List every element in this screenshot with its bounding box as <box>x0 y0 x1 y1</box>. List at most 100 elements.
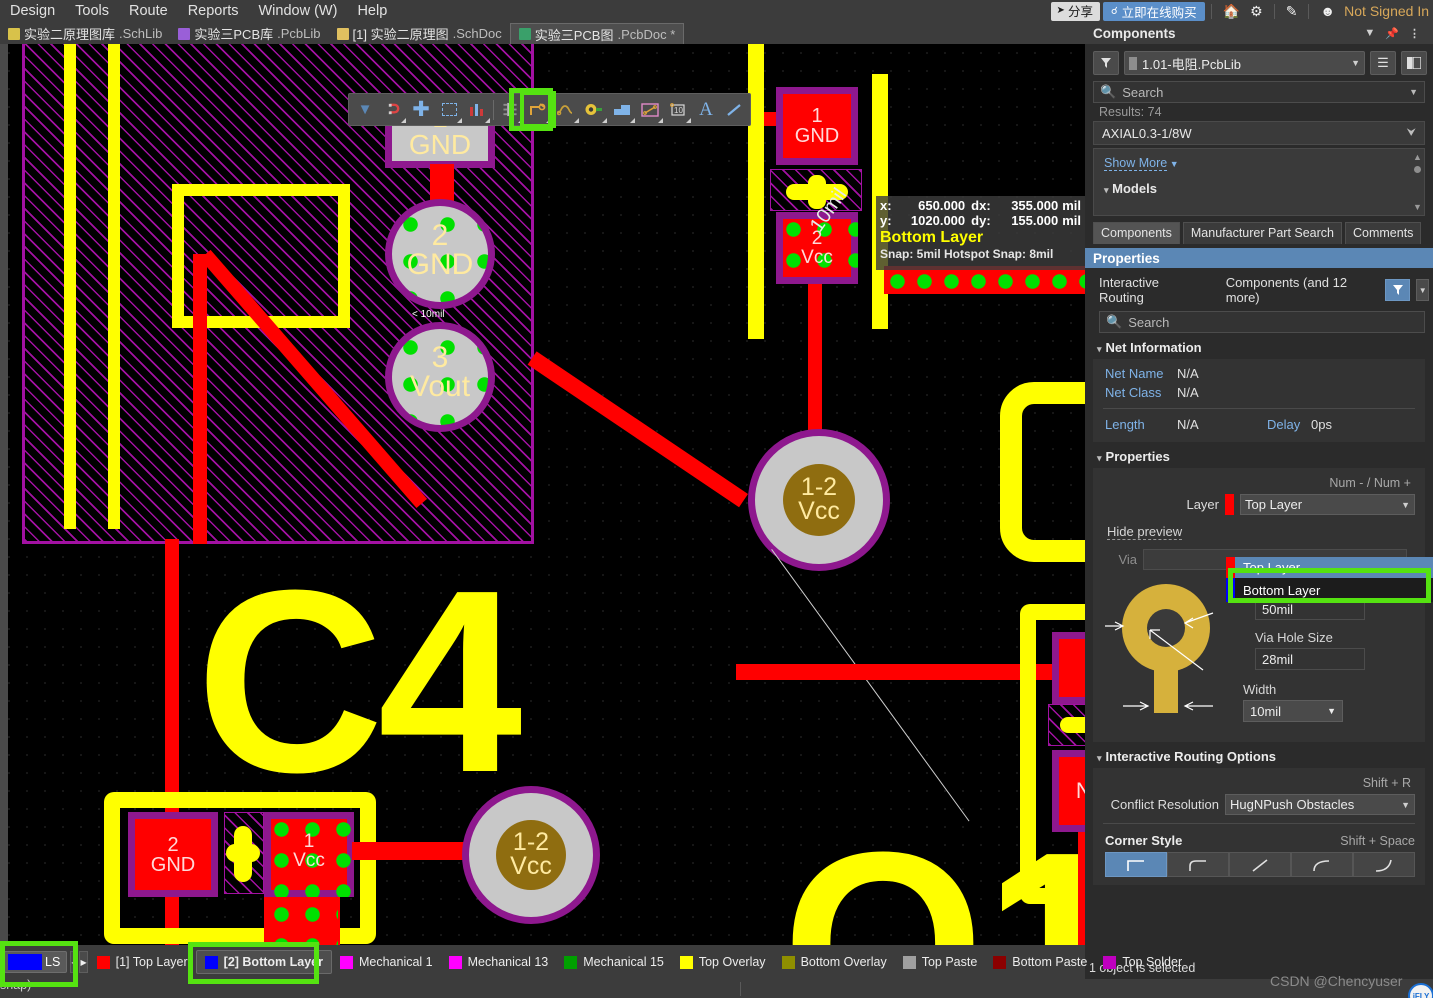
components-search[interactable]: 🔍 Search ▼ <box>1093 81 1425 103</box>
doc-tab-pcblib[interactable]: 实验三PCB库 .PcbLib <box>170 23 328 44</box>
corner-45-icon[interactable] <box>1229 852 1291 877</box>
width-dropdown[interactable]: 10mil ▼ <box>1243 700 1343 722</box>
account-icon[interactable]: ☻ <box>1315 3 1340 19</box>
chevron-left-icon[interactable]: ◀ <box>70 951 79 973</box>
interactive-routing-icon[interactable] <box>519 91 556 128</box>
menu-item-reports[interactable]: Reports <box>178 0 249 22</box>
pad-2-gnd-red-lower[interactable]: 2 GND <box>128 812 218 897</box>
layer-tab-bottom-overlay[interactable]: Bottom Overlay <box>774 950 895 974</box>
via-vcc-upper[interactable]: 1-2 Vcc <box>748 429 890 571</box>
chevron-down-icon[interactable]: ▼ <box>1401 500 1410 510</box>
share-button[interactable]: ➤ 分享 <box>1050 1 1100 21</box>
chevron-double-down-icon[interactable]: ⮟ <box>1407 127 1416 140</box>
layer-option-top-layer[interactable]: Top Layer <box>1226 557 1433 578</box>
track-red-vertical-left[interactable] <box>193 254 207 544</box>
tab-comments[interactable]: Comments <box>1345 222 1422 244</box>
dimension-icon[interactable] <box>636 95 664 124</box>
component-list-item[interactable]: AXIAL0.3-1/8W ⮟ <box>1093 121 1425 145</box>
doc-tab-schlib[interactable]: 实验二原理图库 .SchLib <box>0 23 170 44</box>
menu-item-window[interactable]: Window (W) <box>248 0 347 22</box>
menu-item-design[interactable]: Design <box>0 0 65 22</box>
funnel-icon[interactable] <box>1385 279 1411 301</box>
doc-tab-pcbdoc[interactable]: 实验三PCB图 .PcbDoc * <box>509 23 685 44</box>
properties-section-header[interactable]: ▾ Properties <box>1085 442 1433 468</box>
chevron-down-icon[interactable]: ▼ <box>1401 800 1410 810</box>
show-more-row[interactable]: Show More ▼ <box>1094 149 1424 177</box>
corner-90-icon[interactable] <box>1105 852 1167 877</box>
layer-dropdown-list[interactable]: Top Layer Bottom Layer <box>1226 557 1433 602</box>
library-selector[interactable]: 1.01-电阻.PcbLib ▼ <box>1124 51 1365 75</box>
layer-tab-bottom-paste[interactable]: Bottom Paste <box>985 950 1095 974</box>
split-view-icon[interactable] <box>1401 51 1427 75</box>
chevron-down-icon[interactable]: ▼ <box>1327 706 1336 716</box>
component-icon[interactable] <box>496 95 524 124</box>
properties-search[interactable]: 🔍 Search <box>1099 311 1425 333</box>
chevron-down-icon[interactable]: ▼ <box>1351 58 1360 68</box>
track-red-right-vertical[interactable] <box>1078 832 1085 945</box>
pcb-canvas[interactable]: 1 GND 2 GND < 10mil 3 Vout 1 GND <box>0 44 1085 945</box>
pad-1-gnd-red[interactable]: 1 GND <box>776 87 858 165</box>
interactive-routing-options-header[interactable]: ▾ Interactive Routing Options <box>1085 742 1433 768</box>
chevron-right-icon[interactable]: ▶ <box>79 951 88 973</box>
line-icon[interactable] <box>720 95 748 124</box>
detail-scrollbar[interactable]: ▲ ▼ <box>1413 152 1422 212</box>
filter-icon[interactable]: ▼ <box>351 95 379 124</box>
hide-preview-link[interactable]: Hide preview <box>1107 524 1183 540</box>
sign-in-status[interactable]: Not Signed In <box>1340 3 1433 19</box>
list-view-icon[interactable]: ☰ <box>1370 51 1396 75</box>
differential-pair-icon[interactable] <box>552 95 580 124</box>
menu-item-route[interactable]: Route <box>119 0 178 22</box>
crosshair-icon[interactable]: ✚ <box>407 95 435 124</box>
pen-icon[interactable]: ✎ <box>1281 3 1303 20</box>
corner-arc-icon[interactable] <box>1291 852 1353 877</box>
funnel-icon[interactable] <box>1093 51 1119 75</box>
layer-tab-top-overlay[interactable]: Top Overlay <box>672 950 774 974</box>
tab-manufacturer-part-search[interactable]: Manufacturer Part Search <box>1182 222 1342 244</box>
pad-net-right[interactable]: Net <box>1052 750 1085 832</box>
show-more-link[interactable]: Show More <box>1104 156 1168 171</box>
home-icon[interactable]: 🏠 <box>1218 3 1245 20</box>
scroll-down-icon[interactable]: ▼ <box>1413 202 1422 212</box>
layer-option-bottom-layer[interactable]: Bottom Layer <box>1226 578 1433 602</box>
net-information-header[interactable]: ▾ Net Information <box>1085 333 1433 359</box>
text-icon[interactable]: A <box>692 95 720 124</box>
layer-set-selector[interactable]: LS <box>4 951 68 973</box>
layer-tab-mechanical-15[interactable]: Mechanical 15 <box>556 950 672 974</box>
via-vcc-lower[interactable]: 1-2 Vcc <box>462 786 600 924</box>
more-icon[interactable]: ⋮ <box>1404 27 1425 40</box>
selection-box-icon[interactable] <box>435 95 463 124</box>
polygon-pour-icon[interactable] <box>608 95 636 124</box>
via-icon[interactable] <box>580 95 608 124</box>
layer-tab-mechanical-13[interactable]: Mechanical 13 <box>441 950 557 974</box>
layer-tab-mechanical-1[interactable]: Mechanical 1 <box>332 950 441 974</box>
magnet-icon[interactable] <box>379 95 407 124</box>
pin-icon[interactable]: 📌 <box>1380 27 1404 40</box>
chevron-down-icon[interactable]: ▼ <box>1409 87 1418 97</box>
track-red-to-via[interactable] <box>808 284 822 449</box>
scroll-up-icon[interactable]: ▲ <box>1413 152 1422 162</box>
pad-vee-right[interactable]: V <box>1052 632 1085 704</box>
scroll-thumb[interactable] <box>1414 166 1421 173</box>
layer-tab-top-solder[interactable]: Top Solder <box>1095 950 1190 974</box>
layer-tab-top-layer[interactable]: [1] Top Layer <box>89 950 196 974</box>
tab-components[interactable]: Components <box>1093 222 1180 244</box>
corner-arc2-icon[interactable] <box>1353 852 1415 877</box>
gear-icon[interactable]: ⚙ <box>1245 3 1268 20</box>
layer-dropdown[interactable]: Top Layer ▼ <box>1240 494 1415 515</box>
online-purchase-button[interactable]: ☌ 立即在线购买 <box>1102 1 1205 21</box>
models-section[interactable]: ▾ Models <box>1094 177 1424 200</box>
doc-tab-schdoc[interactable]: [1] 实验二原理图 .SchDoc <box>329 23 510 44</box>
pcb-placement-toolbar[interactable]: ▼ ✚ 10 A <box>348 91 751 128</box>
conflict-resolution-dropdown[interactable]: HugNPush Obstacles ▼ <box>1225 794 1415 815</box>
corner-rounded-icon[interactable] <box>1167 852 1229 877</box>
menu-item-help[interactable]: Help <box>347 0 397 22</box>
hide-preview-row[interactable]: Hide preview <box>1093 517 1425 543</box>
chevron-down-icon[interactable]: ▼ <box>1359 27 1380 39</box>
coordinate-icon[interactable]: 10 <box>664 95 692 124</box>
via-hole-size-input[interactable]: 28mil <box>1255 648 1365 670</box>
chevron-down-icon[interactable]: ▼ <box>1416 279 1429 301</box>
menu-item-tools[interactable]: Tools <box>65 0 119 22</box>
barchart-icon[interactable] <box>463 95 491 124</box>
layer-tab-top-paste[interactable]: Top Paste <box>895 950 986 974</box>
layer-tab-bottom-layer[interactable]: [2] Bottom Layer <box>195 950 332 974</box>
